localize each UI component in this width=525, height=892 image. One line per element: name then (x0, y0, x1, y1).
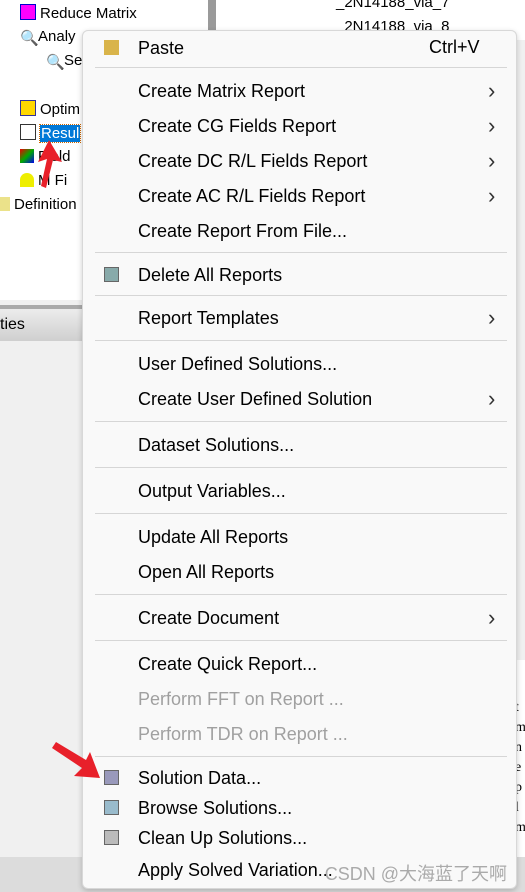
chevron-right-icon: › (488, 148, 496, 173)
menu-item-create-ac-r-l-fields-report[interactable]: Create AC R/L Fields Report (138, 185, 365, 207)
menu-item-open-all-reports[interactable]: Open All Reports (138, 561, 274, 583)
menu-item-browse-solutions[interactable]: Browse Solutions... (138, 797, 292, 819)
tree-item-setup[interactable]: 🔍Se (46, 52, 82, 71)
menu-item-create-dc-r-l-fields-report[interactable]: Create DC R/L Fields Report (138, 150, 367, 172)
folder-icon (0, 197, 10, 211)
browse-solutions-icon (104, 800, 119, 815)
menu-item-create-matrix-report[interactable]: Create Matrix Report (138, 80, 305, 102)
menu-item-label: Create DC R/L Fields Report (138, 151, 368, 171)
menu-item-perform-tdr-on-report: Perform TDR on Report ... (138, 723, 348, 745)
red-arrow-annotation (52, 742, 100, 778)
tree-item-definitions[interactable]: Definition (0, 196, 77, 213)
menu-item-solution-data[interactable]: Solution Data... (138, 767, 261, 789)
menu-item-label: Perform FFT on Report ... (138, 689, 344, 709)
tree-item-optimetrics[interactable]: Optim (20, 100, 80, 118)
optimetrics-icon (20, 100, 36, 116)
chevron-right-icon: › (488, 305, 496, 330)
menu-item-create-report-from-file[interactable]: Create Report From File... (138, 220, 347, 242)
menu-item-delete-all-reports[interactable]: Delete All Reports (138, 264, 282, 286)
paste-icon (104, 40, 119, 55)
red-arrow-annotation (38, 140, 62, 188)
menu-item-label: Apply Solved Variation... (138, 860, 333, 880)
clean-up-icon (104, 830, 119, 845)
field-overlays-icon (20, 149, 34, 163)
em-fields-icon (20, 173, 34, 187)
menu-item-label: Create Report From File... (138, 221, 348, 241)
tree-item-analysis[interactable]: 🔍Analy (20, 28, 76, 47)
menu-item-label: Browse Solutions... (138, 798, 293, 818)
watermark: CSDN @大海蓝了天啊 (324, 864, 507, 884)
menu-item-label: User Defined Solutions... (138, 354, 338, 374)
menu-item-label: Report Templates (138, 308, 279, 328)
chevron-right-icon: › (488, 78, 496, 103)
results-icon (20, 124, 36, 140)
properties-header: ties (0, 305, 82, 341)
chevron-right-icon: › (488, 605, 496, 630)
menu-item-clean-up-solutions[interactable]: Clean Up Solutions... (138, 827, 307, 849)
menu-separator (95, 640, 507, 641)
menu-item-label: Solution Data... (138, 768, 262, 788)
menu-separator (95, 756, 507, 757)
menu-item-create-user-defined-solution[interactable]: Create User Defined Solution (138, 388, 372, 410)
menu-item-report-templates[interactable]: Report Templates (138, 307, 279, 329)
menu-item-label: Create User Defined Solution (138, 389, 373, 409)
menu-item-label: Delete All Reports (138, 265, 283, 285)
menu-separator (95, 594, 507, 595)
setup-icon: 🔍 (46, 54, 65, 71)
menu-item-label: Perform TDR on Report ... (138, 724, 348, 744)
menu-separator (95, 295, 507, 296)
analysis-icon: 🔍 (20, 30, 39, 47)
tree-item-via-7[interactable]: _2N14188_via_7 (336, 0, 449, 11)
menu-item-apply-solved-variation[interactable]: Apply Solved Variation... (138, 859, 333, 881)
menu-item-label: Clean Up Solutions... (138, 828, 308, 848)
menu-item-label: Output Variables... (138, 481, 286, 501)
menu-item-user-defined-solutions[interactable]: User Defined Solutions... (138, 353, 337, 375)
context-menu: Paste Ctrl+V Create Matrix Report › Create C… (82, 30, 517, 889)
chevron-right-icon: › (488, 113, 496, 138)
matrix-icon (20, 4, 36, 20)
menu-separator (95, 467, 507, 468)
menu-item-label: Create AC R/L Fields Report (138, 186, 366, 206)
menu-item-perform-fft-on-report: Perform FFT on Report ... (138, 688, 344, 710)
menu-item-create-cg-fields-report[interactable]: Create CG Fields Report (138, 115, 336, 137)
shortcut-label: Ctrl+V (429, 37, 480, 57)
menu-separator (95, 340, 507, 341)
delete-reports-icon (104, 267, 119, 282)
menu-item-create-document[interactable]: Create Document (138, 607, 279, 629)
menu-item-paste[interactable]: Paste (138, 37, 184, 59)
menu-separator (95, 252, 507, 253)
menu-item-label: Create Document (138, 608, 280, 628)
menu-item-label: Create CG Fields Report (138, 116, 337, 136)
menu-item-label: Paste (138, 38, 185, 58)
menu-item-label: Create Quick Report... (138, 654, 318, 674)
chevron-right-icon: › (488, 386, 496, 411)
menu-item-create-quick-report[interactable]: Create Quick Report... (138, 653, 317, 675)
menu-item-dataset-solutions[interactable]: Dataset Solutions... (138, 434, 294, 456)
menu-item-label: Update All Reports (138, 527, 289, 547)
menu-item-output-variables[interactable]: Output Variables... (138, 480, 286, 502)
menu-separator (95, 513, 507, 514)
menu-separator (95, 67, 507, 68)
solution-data-icon (104, 770, 119, 785)
chevron-right-icon: › (488, 183, 496, 208)
menu-separator (95, 421, 507, 422)
menu-item-update-all-reports[interactable]: Update All Reports (138, 526, 288, 548)
tree-item-reduce-matrix[interactable]: Reduce Matrix (20, 4, 137, 22)
menu-item-label: Create Matrix Report (138, 81, 306, 101)
menu-item-label: Dataset Solutions... (138, 435, 295, 455)
menu-item-label: Open All Reports (138, 562, 275, 582)
